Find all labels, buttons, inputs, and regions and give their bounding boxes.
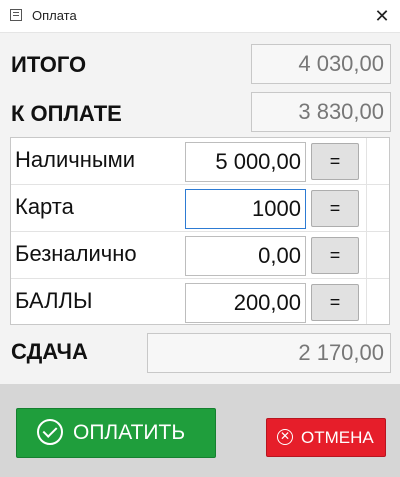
app-icon (10, 9, 22, 21)
payment-label: Наличными (15, 147, 136, 172)
payment-row-points: БАЛЛЫ 200,00 = (11, 279, 389, 326)
cancel-circle-icon: ✕ (277, 429, 293, 445)
k-oplate-label: К ОПЛАТЕ (11, 101, 122, 126)
cash-amount-input[interactable]: 5 000,00 (185, 142, 306, 182)
cash-equals-button[interactable]: = (311, 143, 359, 180)
payments-table: Наличными 5 000,00 = Карта 1000 = Безнал… (10, 137, 390, 325)
itogo-label: ИТОГО (11, 52, 87, 77)
points-equals-button[interactable]: = (311, 284, 359, 321)
payment-label: Карта (15, 194, 74, 219)
change-label: СДАЧА (11, 339, 88, 364)
payment-row-cash: Наличными 5 000,00 = (11, 138, 389, 185)
points-amount-input[interactable]: 200,00 (185, 283, 306, 323)
payment-row-card: Карта 1000 = (11, 185, 389, 232)
close-icon[interactable]: ✕ (370, 4, 394, 28)
card-amount-input[interactable]: 1000 (185, 189, 306, 229)
pay-button-label: ОПЛАТИТЬ (73, 421, 186, 444)
payment-label: БАЛЛЫ (15, 288, 93, 313)
payment-label: Безналично (15, 241, 137, 266)
title-bar: Оплата ✕ (0, 0, 400, 33)
itogo-value: 4 030,00 (251, 44, 391, 84)
cashless-amount-input[interactable]: 0,00 (185, 236, 306, 276)
change-value: 2 170,00 (147, 333, 391, 373)
pay-button[interactable]: ОПЛАТИТЬ (16, 408, 216, 458)
check-circle-icon (37, 419, 63, 445)
card-equals-button[interactable]: = (311, 190, 359, 227)
cashless-equals-button[interactable]: = (311, 237, 359, 274)
cancel-button[interactable]: ✕ ОТМЕНА (266, 418, 386, 457)
k-oplate-value: 3 830,00 (251, 92, 391, 132)
cancel-button-label: ОТМЕНА (301, 428, 374, 447)
window-title: Оплата (32, 8, 77, 23)
payment-row-cashless: Безналично 0,00 = (11, 232, 389, 279)
